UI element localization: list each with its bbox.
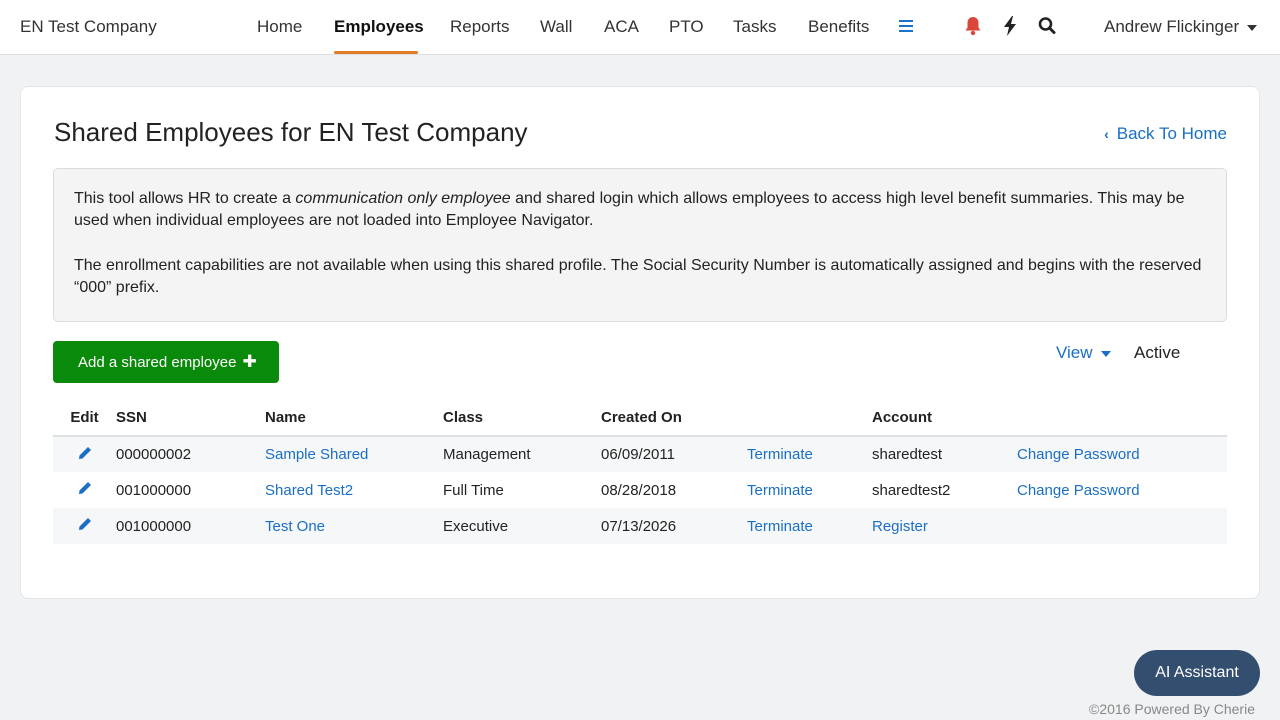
bolt-icon[interactable]	[1002, 16, 1022, 38]
table-row: 000000002 Sample Shared Management 06/09…	[53, 436, 1227, 472]
register-link[interactable]: Register	[872, 508, 1017, 544]
nav-item-tasks[interactable]: Tasks	[733, 17, 776, 37]
add-shared-employee-button[interactable]: Add a shared employee ✚	[53, 341, 279, 383]
terminate-link[interactable]: Terminate	[747, 472, 872, 508]
col-header-terminate	[747, 400, 872, 437]
top-navbar: EN Test Company Home Employees Reports W…	[0, 0, 1280, 55]
back-to-home-link[interactable]: ‹ Back To Home	[1104, 124, 1227, 144]
view-status: Active	[1134, 343, 1181, 362]
chevron-left-icon: ‹	[1104, 126, 1109, 142]
info-box: This tool allows HR to create a communic…	[53, 168, 1227, 322]
col-header-edit: Edit	[53, 400, 116, 437]
change-password-link[interactable]: Change Password	[1017, 472, 1227, 508]
class-cell: Full Time	[443, 481, 504, 499]
user-name: Andrew Flickinger	[1104, 17, 1240, 36]
user-menu[interactable]: Andrew Flickinger	[1104, 17, 1258, 37]
created-on-cell: 06/09/2011	[601, 436, 747, 472]
col-header-account: Account	[872, 400, 1017, 437]
pencil-icon[interactable]	[78, 481, 92, 495]
info-emphasis: communication only employee	[295, 190, 511, 207]
created-on-cell: 08/28/2018	[601, 481, 677, 499]
ssn-cell: 001000000	[116, 508, 265, 544]
view-label: View	[1056, 343, 1093, 362]
bell-icon[interactable]	[964, 16, 984, 38]
account-cell: sharedtest	[872, 436, 1017, 472]
col-header-created-on: Created On	[601, 400, 747, 437]
created-on-cell: 07/13/2026	[601, 508, 747, 544]
account-cell: sharedtest2	[872, 481, 951, 499]
nav-item-employees[interactable]: Employees	[334, 17, 424, 37]
page-title: Shared Employees for EN Test Company	[54, 117, 528, 147]
back-link-label: Back To Home	[1116, 124, 1227, 143]
main-card: Shared Employees for EN Test Company ‹ Ba…	[20, 86, 1260, 599]
view-dropdown[interactable]: View	[1056, 343, 1111, 363]
table-header-row: Edit SSN Name Class Created On Account	[53, 400, 1227, 437]
table-row: 001000000 Test One Executive 07/13/2026 …	[53, 508, 1227, 544]
nav-item-benefits[interactable]: Benefits	[808, 17, 869, 37]
pencil-icon[interactable]	[78, 517, 92, 531]
company-name[interactable]: EN Test Company	[20, 17, 157, 37]
nav-item-home[interactable]: Home	[257, 17, 302, 37]
edit-cell	[53, 508, 116, 544]
terminate-link[interactable]: Terminate	[747, 436, 872, 472]
info-paragraph-2: The enrollment capabilities are not avai…	[74, 257, 1202, 296]
info-paragraph-1: This tool allows HR to create a communic…	[74, 188, 1206, 232]
col-header-name: Name	[265, 400, 443, 437]
nav-item-wall[interactable]: Wall	[540, 17, 572, 37]
chevron-down-icon	[1247, 24, 1258, 31]
employee-name-link[interactable]: Shared Test2	[265, 472, 443, 508]
nav-item-pto[interactable]: PTO	[669, 17, 704, 37]
info-text: This tool allows HR to create a	[74, 190, 296, 207]
footer-copyright: ©2016 Powered By Cherie	[1089, 701, 1255, 717]
col-header-password	[1017, 400, 1227, 437]
ssn-cell: 000000002	[116, 436, 265, 472]
col-header-ssn: SSN	[116, 400, 265, 437]
ssn-cell: 001000000	[116, 481, 192, 499]
edit-cell	[53, 436, 116, 472]
add-button-label: Add a shared employee	[78, 354, 237, 371]
employee-name-link[interactable]: Test One	[265, 508, 443, 544]
table-row: 001000000 Shared Test2 Full Time 08/28/2…	[53, 472, 1227, 508]
plus-icon: ✚	[242, 352, 257, 371]
class-cell: Executive	[443, 508, 601, 544]
shared-employees-table: Edit SSN Name Class Created On Account 0…	[53, 400, 1227, 544]
nav-item-aca[interactable]: ACA	[604, 17, 639, 37]
menu-icon[interactable]	[899, 20, 913, 34]
password-cell	[1017, 508, 1227, 544]
change-password-link[interactable]: Change Password	[1017, 436, 1227, 472]
chevron-down-icon	[1100, 350, 1111, 357]
terminate-link[interactable]: Terminate	[747, 508, 872, 544]
search-icon[interactable]	[1038, 16, 1058, 38]
employee-name-link[interactable]: Sample Shared	[265, 436, 443, 472]
class-cell: Management	[443, 436, 601, 472]
pencil-icon[interactable]	[78, 446, 92, 460]
edit-cell	[53, 472, 116, 508]
ai-assistant-button[interactable]: AI Assistant	[1134, 650, 1260, 696]
nav-item-reports[interactable]: Reports	[450, 17, 510, 37]
col-header-class: Class	[443, 400, 601, 437]
active-nav-indicator	[334, 51, 418, 54]
